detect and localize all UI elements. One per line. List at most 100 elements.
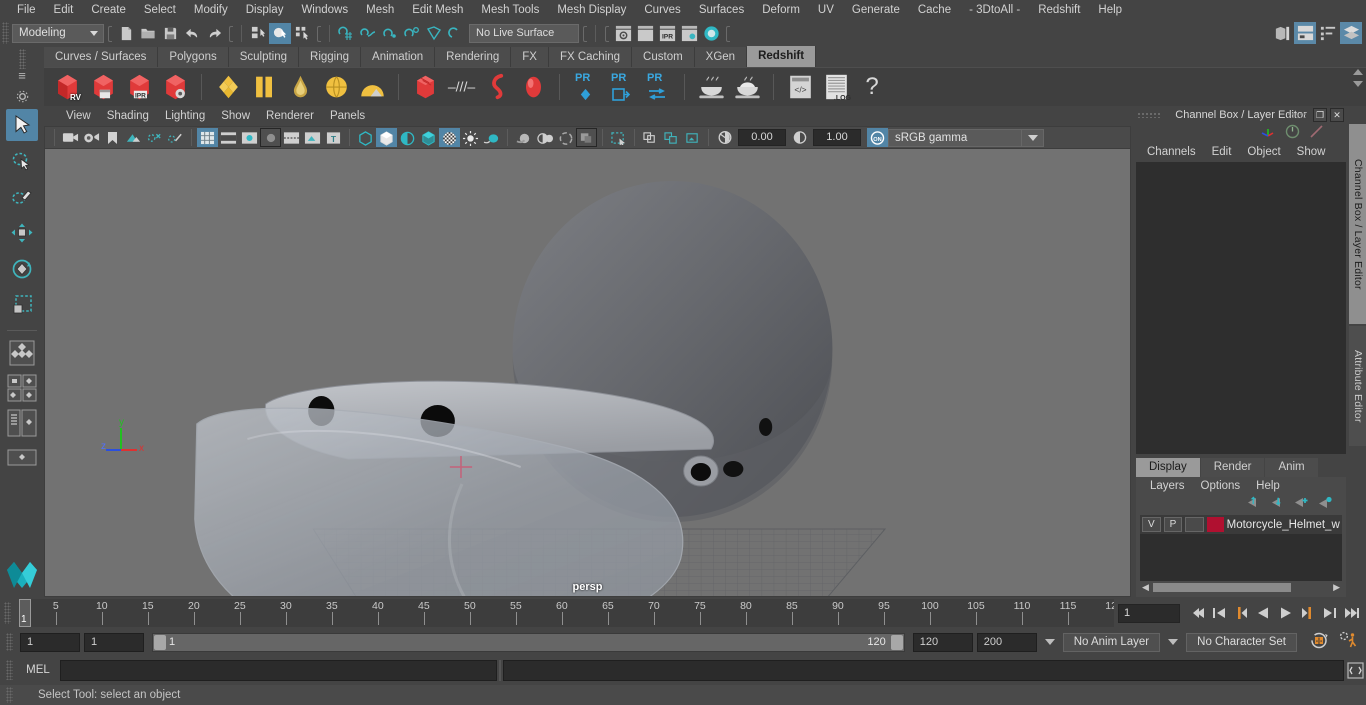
viewport-menu-view[interactable]: View [58,110,99,122]
color-management-selector[interactable]: ON sRGB gamma [867,129,1044,147]
panel-grip[interactable] [1137,112,1161,118]
animation-preferences-icon[interactable] [1339,631,1360,653]
shelf-tab-sculpting[interactable]: Sculpting [229,47,299,67]
ipr-render-icon[interactable] [634,23,656,44]
outliner-persp-layout[interactable] [7,408,37,438]
time-slider-grip[interactable] [4,602,11,624]
resolution-gate-icon[interactable] [239,128,260,147]
image-plane-icon[interactable] [123,128,144,147]
color-management-value[interactable]: sRGB gamma [888,129,1022,147]
side-tab-channel-box-layer-editor[interactable]: Channel Box / Layer Editor [1349,124,1366,324]
menu-set-selector[interactable]: Modeling [12,24,104,43]
menu-item-curves[interactable]: Curves [635,0,689,20]
shelf-tab-xgen[interactable]: XGen [695,47,747,67]
shelf-tab-polygons[interactable]: Polygons [158,47,228,67]
shelf-tab-rendering[interactable]: Rendering [435,47,511,67]
axis-preview-icon[interactable] [1259,125,1277,142]
shelf-tab-rigging[interactable]: Rigging [299,47,361,67]
smooth-shade-icon[interactable] [376,128,397,147]
xray-active-components-icon[interactable] [661,128,682,147]
layer-playback-toggle[interactable]: P [1164,517,1183,532]
shelf-button-redshift-render-sequence[interactable] [86,71,120,103]
menu-item-uv[interactable]: UV [809,0,843,20]
anim-layer-selector[interactable]: No Anim Layer [1063,633,1160,652]
film-gate-icon[interactable] [218,128,239,147]
viewport-3d-canvas[interactable]: y x z persp [44,148,1131,597]
shelf-tab-fx-caching[interactable]: FX Caching [549,47,632,67]
select-by-component-icon[interactable] [291,23,313,44]
layer-list[interactable]: VP Motorcycle_Helmet_wi [1140,515,1342,581]
layer-visibility-toggle[interactable]: V [1142,517,1161,532]
go-to-end-icon[interactable] [1341,602,1362,624]
bookmark-icon[interactable] [102,128,123,147]
menu-item-windows[interactable]: Windows [292,0,357,20]
command-language-label[interactable]: MEL [16,664,60,676]
menu-item-edit-mesh[interactable]: Edit Mesh [403,0,472,20]
play-forwards-icon[interactable] [1275,602,1296,624]
menu-item-surfaces[interactable]: Surfaces [690,0,753,20]
menu-item-edit[interactable]: Edit [45,0,83,20]
grid-toggle-icon[interactable] [608,128,629,147]
isolate-select-icon[interactable] [576,128,597,147]
scroll-right-arrow-icon[interactable]: ▶ [1331,582,1342,593]
shelf-button-redshift-light-dome[interactable] [283,71,317,103]
four-view-layout[interactable] [7,373,37,403]
time-slider[interactable]: 5101520253035404550556065707580859095100… [19,599,1114,627]
slope-line-icon[interactable] [1308,124,1325,142]
menu-item-redshift[interactable]: Redshift [1029,0,1089,20]
range-slider-grip[interactable] [6,633,13,651]
single-perspective-layout[interactable] [7,338,37,368]
layer-color-swatch[interactable] [1207,517,1224,532]
shelf-button-redshift-sprite[interactable] [516,71,550,103]
safe-action-icon[interactable] [302,128,323,147]
shelf-button-redshift-script-editor[interactable]: </> [783,71,817,103]
lighting-icon[interactable] [460,128,481,147]
snap-to-point-icon[interactable] [379,23,401,44]
snap-to-projected-center-icon[interactable] [401,23,423,44]
menu-item-mesh-display[interactable]: Mesh Display [548,0,635,20]
menu-item-cache[interactable]: Cache [909,0,960,20]
live-surface-field[interactable]: No Live Surface [469,24,579,43]
film-origin-icon[interactable] [281,128,302,147]
layer-editor-menu-help[interactable]: Help [1248,480,1288,492]
auto-key-icon[interactable]: -|- [1309,631,1330,653]
help-line-grip[interactable] [6,687,13,703]
render-current-frame-icon[interactable] [612,23,634,44]
shelf-scroll-down-icon[interactable] [1353,81,1363,87]
layer-name[interactable]: Motorcycle_Helmet_wi [1227,519,1340,531]
shelf-tab-curves-surfaces[interactable]: Curves / Surfaces [44,47,158,67]
menu-item-display[interactable]: Display [237,0,293,20]
ipr-label-icon[interactable]: IPR [656,23,678,44]
menu-item-mesh[interactable]: Mesh [357,0,403,20]
range-end-handle[interactable] [891,635,903,650]
two-sided-lighting-icon[interactable] [144,128,165,147]
make-live-icon[interactable] [445,23,467,44]
select-camera-icon[interactable] [60,128,81,147]
step-back-keyframe-icon[interactable] [1209,602,1230,624]
shelf-button-redshift-volume[interactable]: –///– [444,71,478,103]
range-end-field[interactable]: 120 [913,633,973,652]
layer-editor-menu-options[interactable]: Options [1193,480,1249,492]
menu-item-3dtoall[interactable]: - 3DtoAll - [960,0,1029,20]
gamma-icon[interactable] [789,128,810,147]
shelf-options-gear-icon[interactable] [16,90,29,106]
shelf-menu-icon[interactable]: ≡ [18,71,26,81]
layer-editor-tab-render[interactable]: Render [1201,458,1265,477]
animation-start-field[interactable]: 1 [20,633,80,652]
panel-grip-right[interactable] [1287,112,1307,118]
scroll-left-arrow-icon[interactable]: ◀ [1140,582,1151,593]
move-layer-up-icon[interactable] [1245,496,1260,512]
viewport-menu-panels[interactable]: Panels [322,110,373,122]
character-set-selector[interactable]: No Character Set [1186,633,1297,652]
color-management-dropdown-arrow[interactable] [1022,129,1044,147]
use-default-material-icon[interactable] [418,128,439,147]
range-start-field[interactable]: 1 [84,633,144,652]
step-forward-keyframe-icon[interactable] [1319,602,1340,624]
depth-of-field-icon[interactable] [555,128,576,147]
paint-select-tool[interactable] [6,181,38,213]
show-hide-modeling-toolkit-icon[interactable] [1271,22,1293,44]
viewport-menu-show[interactable]: Show [213,110,258,122]
shelf-button-redshift-log[interactable]: .LOG [819,71,853,103]
script-editor-icon[interactable] [1344,659,1366,681]
shelf-scroll-up-icon[interactable] [1353,69,1363,75]
